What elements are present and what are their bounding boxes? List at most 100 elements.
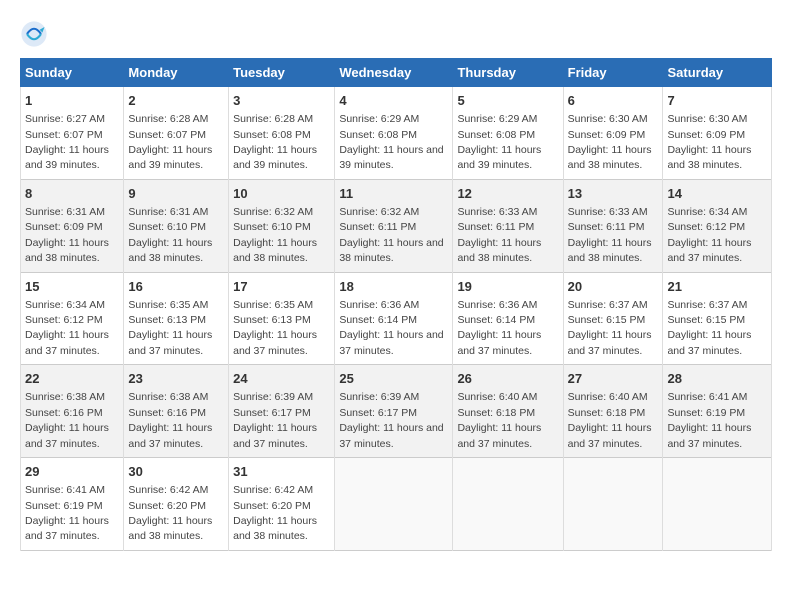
day-sunrise: Sunrise: 6:36 AM (339, 299, 419, 311)
day-number: 21 (667, 278, 767, 296)
day-number: 19 (457, 278, 558, 296)
day-sunrise: Sunrise: 6:40 AM (568, 391, 648, 403)
column-header-monday: Monday (124, 59, 229, 87)
day-number: 13 (568, 185, 659, 203)
day-number: 8 (25, 185, 119, 203)
column-header-tuesday: Tuesday (229, 59, 335, 87)
column-header-thursday: Thursday (453, 59, 563, 87)
calendar-cell: 14 Sunrise: 6:34 AM Sunset: 6:12 PM Dayl… (663, 179, 772, 272)
day-daylight: Daylight: 11 hours and 37 minutes. (568, 422, 652, 449)
day-sunset: Sunset: 6:11 PM (568, 221, 645, 233)
day-number: 5 (457, 92, 558, 110)
day-number: 25 (339, 370, 448, 388)
calendar-cell: 7 Sunrise: 6:30 AM Sunset: 6:09 PM Dayli… (663, 87, 772, 180)
day-number: 29 (25, 463, 119, 481)
day-sunrise: Sunrise: 6:28 AM (128, 113, 208, 125)
day-sunrise: Sunrise: 6:34 AM (25, 299, 105, 311)
calendar-cell: 16 Sunrise: 6:35 AM Sunset: 6:13 PM Dayl… (124, 272, 229, 365)
day-sunrise: Sunrise: 6:30 AM (568, 113, 648, 125)
column-header-saturday: Saturday (663, 59, 772, 87)
column-header-friday: Friday (563, 59, 663, 87)
day-daylight: Daylight: 11 hours and 38 minutes. (339, 237, 443, 264)
day-sunrise: Sunrise: 6:39 AM (233, 391, 313, 403)
day-sunset: Sunset: 6:14 PM (457, 314, 535, 326)
day-number: 3 (233, 92, 330, 110)
day-number: 16 (128, 278, 224, 296)
calendar-cell: 4 Sunrise: 6:29 AM Sunset: 6:08 PM Dayli… (335, 87, 453, 180)
day-daylight: Daylight: 11 hours and 37 minutes. (25, 422, 109, 449)
day-sunset: Sunset: 6:17 PM (233, 407, 311, 419)
calendar-cell: 11 Sunrise: 6:32 AM Sunset: 6:11 PM Dayl… (335, 179, 453, 272)
day-sunrise: Sunrise: 6:34 AM (667, 206, 747, 218)
day-sunset: Sunset: 6:09 PM (667, 129, 745, 141)
calendar-week-row: 29 Sunrise: 6:41 AM Sunset: 6:19 PM Dayl… (21, 458, 772, 551)
calendar-cell: 21 Sunrise: 6:37 AM Sunset: 6:15 PM Dayl… (663, 272, 772, 365)
day-daylight: Daylight: 11 hours and 39 minutes. (25, 144, 109, 171)
day-number: 9 (128, 185, 224, 203)
day-number: 7 (667, 92, 767, 110)
day-sunset: Sunset: 6:08 PM (457, 129, 535, 141)
day-sunset: Sunset: 6:08 PM (339, 129, 417, 141)
day-daylight: Daylight: 11 hours and 37 minutes. (568, 329, 652, 356)
day-daylight: Daylight: 11 hours and 37 minutes. (25, 329, 109, 356)
day-number: 27 (568, 370, 659, 388)
calendar-cell: 9 Sunrise: 6:31 AM Sunset: 6:10 PM Dayli… (124, 179, 229, 272)
day-sunrise: Sunrise: 6:37 AM (568, 299, 648, 311)
day-sunrise: Sunrise: 6:31 AM (25, 206, 105, 218)
calendar-cell: 30 Sunrise: 6:42 AM Sunset: 6:20 PM Dayl… (124, 458, 229, 551)
day-sunrise: Sunrise: 6:29 AM (457, 113, 537, 125)
calendar-cell: 25 Sunrise: 6:39 AM Sunset: 6:17 PM Dayl… (335, 365, 453, 458)
calendar-cell (663, 458, 772, 551)
day-number: 18 (339, 278, 448, 296)
day-number: 23 (128, 370, 224, 388)
day-sunset: Sunset: 6:07 PM (128, 129, 206, 141)
day-sunset: Sunset: 6:15 PM (568, 314, 646, 326)
day-daylight: Daylight: 11 hours and 39 minutes. (128, 144, 212, 171)
day-daylight: Daylight: 11 hours and 37 minutes. (128, 329, 212, 356)
day-number: 26 (457, 370, 558, 388)
day-sunrise: Sunrise: 6:28 AM (233, 113, 313, 125)
day-number: 24 (233, 370, 330, 388)
day-number: 22 (25, 370, 119, 388)
day-number: 6 (568, 92, 659, 110)
day-sunset: Sunset: 6:10 PM (233, 221, 311, 233)
day-sunrise: Sunrise: 6:41 AM (25, 484, 105, 496)
day-sunset: Sunset: 6:10 PM (128, 221, 206, 233)
day-sunset: Sunset: 6:16 PM (25, 407, 103, 419)
day-number: 10 (233, 185, 330, 203)
calendar-cell: 23 Sunrise: 6:38 AM Sunset: 6:16 PM Dayl… (124, 365, 229, 458)
day-sunrise: Sunrise: 6:27 AM (25, 113, 105, 125)
day-sunrise: Sunrise: 6:33 AM (457, 206, 537, 218)
day-daylight: Daylight: 11 hours and 38 minutes. (568, 237, 652, 264)
day-daylight: Daylight: 11 hours and 37 minutes. (457, 329, 541, 356)
column-header-sunday: Sunday (21, 59, 124, 87)
day-daylight: Daylight: 11 hours and 37 minutes. (128, 422, 212, 449)
calendar-cell: 28 Sunrise: 6:41 AM Sunset: 6:19 PM Dayl… (663, 365, 772, 458)
day-daylight: Daylight: 11 hours and 37 minutes. (233, 329, 317, 356)
day-sunrise: Sunrise: 6:31 AM (128, 206, 208, 218)
calendar-week-row: 1 Sunrise: 6:27 AM Sunset: 6:07 PM Dayli… (21, 87, 772, 180)
day-sunset: Sunset: 6:07 PM (25, 129, 103, 141)
day-sunset: Sunset: 6:17 PM (339, 407, 417, 419)
day-daylight: Daylight: 11 hours and 38 minutes. (25, 237, 109, 264)
day-number: 20 (568, 278, 659, 296)
calendar-cell: 19 Sunrise: 6:36 AM Sunset: 6:14 PM Dayl… (453, 272, 563, 365)
day-sunset: Sunset: 6:19 PM (25, 500, 103, 512)
day-daylight: Daylight: 11 hours and 38 minutes. (568, 144, 652, 171)
day-sunrise: Sunrise: 6:32 AM (339, 206, 419, 218)
day-sunrise: Sunrise: 6:37 AM (667, 299, 747, 311)
calendar-cell: 18 Sunrise: 6:36 AM Sunset: 6:14 PM Dayl… (335, 272, 453, 365)
calendar-cell: 13 Sunrise: 6:33 AM Sunset: 6:11 PM Dayl… (563, 179, 663, 272)
day-sunrise: Sunrise: 6:39 AM (339, 391, 419, 403)
day-sunset: Sunset: 6:18 PM (457, 407, 535, 419)
calendar-cell: 20 Sunrise: 6:37 AM Sunset: 6:15 PM Dayl… (563, 272, 663, 365)
calendar-cell (563, 458, 663, 551)
day-sunset: Sunset: 6:09 PM (25, 221, 103, 233)
day-sunset: Sunset: 6:20 PM (128, 500, 206, 512)
calendar-week-row: 8 Sunrise: 6:31 AM Sunset: 6:09 PM Dayli… (21, 179, 772, 272)
calendar-cell: 3 Sunrise: 6:28 AM Sunset: 6:08 PM Dayli… (229, 87, 335, 180)
day-number: 28 (667, 370, 767, 388)
day-sunset: Sunset: 6:19 PM (667, 407, 745, 419)
calendar-cell (335, 458, 453, 551)
day-sunset: Sunset: 6:20 PM (233, 500, 311, 512)
